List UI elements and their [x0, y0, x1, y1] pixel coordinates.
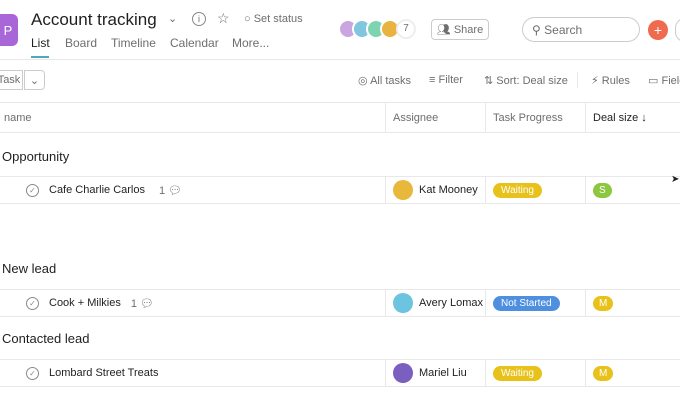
check-circle-icon: ◎: [358, 75, 368, 87]
progress-badge[interactable]: Not Started: [493, 295, 560, 311]
share-button[interactable]: 👥︎ Share: [431, 19, 489, 40]
table-row[interactable]: ✓ Cafe Charlie Carlos 1 💬︎ Kat Mooney Wait…: [0, 176, 680, 204]
comment-count: 1 💬︎: [130, 297, 154, 310]
deal-size-badge[interactable]: M: [593, 365, 614, 381]
column-divider: [385, 102, 386, 132]
all-tasks-label: All tasks: [370, 75, 412, 87]
status-dot-icon: ○: [244, 13, 251, 25]
complete-check-icon[interactable]: ✓: [26, 296, 39, 310]
column-header-deal-size[interactable]: Deal size ↓: [593, 104, 647, 132]
assignee-name[interactable]: Kat Mooney: [419, 184, 478, 196]
task-name[interactable]: Lombard Street Treats: [49, 367, 158, 379]
divider: [0, 102, 680, 103]
chevron-down-icon[interactable]: ⌄: [168, 12, 177, 25]
search-icon: ⚲: [532, 22, 541, 37]
comment-icon: 💬︎: [168, 184, 183, 197]
active-tab-indicator: [31, 56, 49, 58]
tab-list[interactable]: List: [31, 36, 50, 50]
project-icon: P: [0, 14, 18, 46]
rules-button[interactable]: ⚡︎ Rules: [591, 74, 630, 87]
page-title: Account tracking: [31, 10, 157, 29]
progress-badge[interactable]: Waiting: [493, 182, 542, 198]
complete-check-icon[interactable]: ✓: [26, 366, 39, 380]
star-icon[interactable]: ☆: [217, 10, 230, 27]
search-input[interactable]: ⚲ Search: [522, 17, 640, 42]
section-header[interactable]: Opportunity: [2, 149, 69, 164]
search-placeholder: Search: [544, 22, 583, 37]
deal-size-badge[interactable]: S: [593, 182, 612, 198]
avatar: [393, 363, 413, 383]
fields-label: Fields: [661, 75, 680, 87]
assignee-name[interactable]: Avery Lomax: [419, 297, 483, 309]
comment-icon: 💬︎: [140, 297, 154, 310]
comment-count: 1 💬︎: [158, 184, 183, 197]
sort-icon: ⇅: [484, 75, 494, 87]
divider: [0, 59, 680, 60]
add-task-button[interactable]: Task: [0, 70, 23, 90]
task-name[interactable]: Cafe Charlie Carlos: [49, 184, 145, 196]
cursor-icon: ➤: [671, 174, 680, 185]
help-button[interactable]: [675, 18, 680, 42]
all-tasks-button[interactable]: ◎ All tasks: [358, 74, 411, 87]
avatar: [393, 293, 413, 313]
divider: [0, 132, 680, 133]
tab-board[interactable]: Board: [65, 36, 97, 50]
assignee-name[interactable]: Mariel Liu: [419, 367, 467, 379]
complete-check-icon[interactable]: ✓: [26, 183, 39, 197]
column-divider: [485, 102, 486, 132]
table-row[interactable]: ✓ Lombard Street Treats Mariel Liu Waitin…: [0, 359, 680, 387]
avatar: [393, 180, 413, 200]
column-header-progress[interactable]: Task Progress: [493, 104, 563, 132]
task-name[interactable]: Cook + Milkies: [49, 297, 121, 309]
add-task-dropdown[interactable]: ⌄: [24, 70, 45, 90]
people-icon: 👥︎: [436, 24, 451, 36]
set-status-label: Set status: [253, 13, 303, 25]
info-icon[interactable]: i: [192, 12, 206, 26]
add-icon[interactable]: +: [648, 20, 668, 40]
sort-button[interactable]: ⇅ Sort: Deal size: [484, 74, 568, 87]
deal-size-badge[interactable]: M: [593, 295, 614, 311]
sort-label: Sort: Deal size: [496, 75, 568, 87]
set-status-button[interactable]: ○ Set status: [244, 13, 303, 25]
section-header[interactable]: New lead: [2, 261, 56, 276]
member-avatars[interactable]: 7: [338, 19, 416, 39]
fields-icon: ▭: [648, 75, 659, 87]
rules-label: Rules: [601, 75, 630, 87]
filter-icon: ≡: [429, 74, 436, 86]
fields-button[interactable]: ▭ Fields: [648, 74, 680, 87]
table-row[interactable]: ✓ Cook + Milkies 1 💬︎ Avery Lomax Not Star…: [0, 289, 680, 317]
member-count: 7: [396, 19, 416, 39]
divider: [577, 72, 578, 88]
section-header[interactable]: Contacted lead: [2, 331, 89, 346]
share-label: Share: [453, 23, 484, 36]
lightning-icon: ⚡︎: [591, 75, 599, 87]
filter-label: Filter: [438, 74, 463, 86]
filter-button[interactable]: ≡ Filter: [429, 74, 463, 86]
tab-timeline[interactable]: Timeline: [111, 36, 156, 50]
tab-calendar[interactable]: Calendar: [170, 36, 219, 50]
tab-more[interactable]: More...: [232, 36, 269, 50]
column-divider: [585, 102, 586, 132]
column-header-name[interactable]: name: [4, 104, 32, 132]
progress-badge[interactable]: Waiting: [493, 365, 542, 381]
column-header-assignee[interactable]: Assignee: [393, 104, 438, 132]
